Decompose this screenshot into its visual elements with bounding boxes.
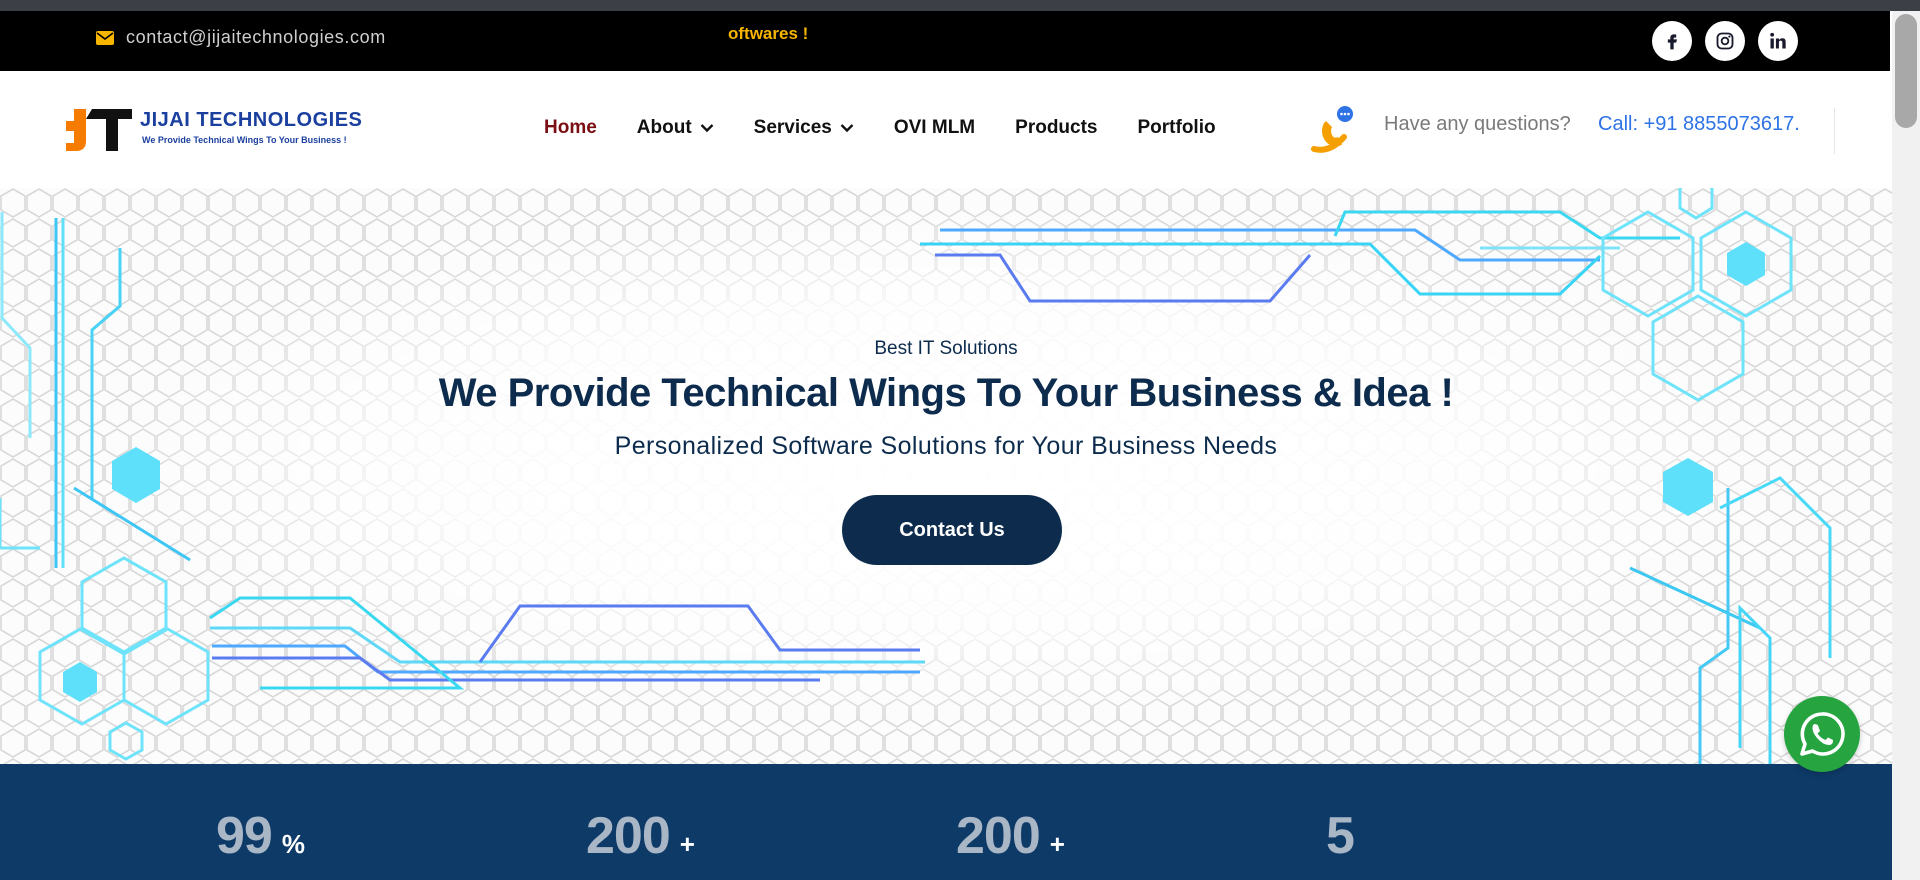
stat-suffix: % [281,829,305,859]
nav-item-about[interactable]: About [637,117,714,139]
stat-item: 200 + [956,806,1065,866]
nav-label: Home [544,117,597,138]
linkedin-link[interactable] [1758,21,1798,61]
main-nav: Home About Services OVI MLM Products Por… [544,117,1256,139]
hero-title: We Provide Technical Wings To Your Busin… [438,371,1454,415]
nav-item-services[interactable]: Services [754,117,854,139]
hero-kicker: Best IT Solutions [874,338,1018,359]
call-link[interactable]: Call: +91 8855073617. [1598,113,1800,136]
stat-suffix: + [679,829,695,859]
nav-label: Products [1015,117,1098,138]
stat-item: 200 + [586,806,695,866]
instagram-link[interactable] [1705,21,1745,61]
email-link[interactable]: contact@jijaitechnologies.com [96,27,386,48]
hero-section: Best IT Solutions We Provide Technical W… [0,188,1892,764]
questions-label: Have any questions? [1384,113,1571,135]
nav-label: OVI MLM [893,117,976,138]
stat-value: 200 [586,807,671,865]
stat-value: 5 [1326,807,1355,865]
chevron-down-icon [840,124,854,133]
nav-item-portfolio[interactable]: Portfolio [1138,117,1216,139]
browser-frame-strip [0,0,1920,11]
jt-logo-mark [64,107,132,153]
stat-item: 99 % [216,806,305,866]
facebook-link[interactable] [1652,21,1692,61]
hero-subtitle: Personalized Software Solutions for Your… [614,432,1278,460]
nav-label: Portfolio [1137,117,1216,138]
contact-us-button[interactable]: Contact Us [842,495,1062,565]
page-scrollbar-track[interactable] [1892,11,1920,880]
nav-label: About [636,117,692,138]
chevron-down-icon [700,124,714,133]
stats-band: 99 % 200 + 200 + 5 [0,764,1892,880]
nav-label: Services [753,117,832,138]
instagram-icon [1716,32,1734,50]
whatsapp-icon [1800,712,1845,756]
brand-tagline: We Provide Technical Wings To Your Busin… [142,135,347,145]
stat-item: 5 [1326,806,1364,866]
hero-content: Best IT Solutions We Provide Technical W… [0,188,1892,764]
linkedin-icon [1770,32,1786,49]
nav-item-home[interactable]: Home [544,117,597,139]
brand-name: JIJAI TECHNOLOGIES [140,109,363,131]
nav-item-ovi-mlm[interactable]: OVI MLM [894,117,975,139]
nav-item-products[interactable]: Products [1015,117,1097,139]
site-header: JIJAI TECHNOLOGIES We Provide Technical … [30,71,1862,188]
divider [1834,108,1835,154]
stat-value: 200 [956,807,1041,865]
top-contact-bar: contact@jijaitechnologies.com oftwares ! [0,11,1890,71]
facebook-icon [1667,34,1677,50]
phone-icon [1311,106,1353,153]
whatsapp-chat-button[interactable] [1784,696,1860,772]
email-text: contact@jijaitechnologies.com [126,27,386,47]
marquee-text: oftwares ! [728,24,809,43]
stat-value: 99 [216,807,273,865]
envelope-icon [96,30,114,45]
stat-suffix: + [1049,829,1065,859]
brand-logo[interactable]: JIJAI TECHNOLOGIES We Provide Technical … [64,107,362,153]
page-scrollbar-thumb[interactable] [1895,14,1917,128]
